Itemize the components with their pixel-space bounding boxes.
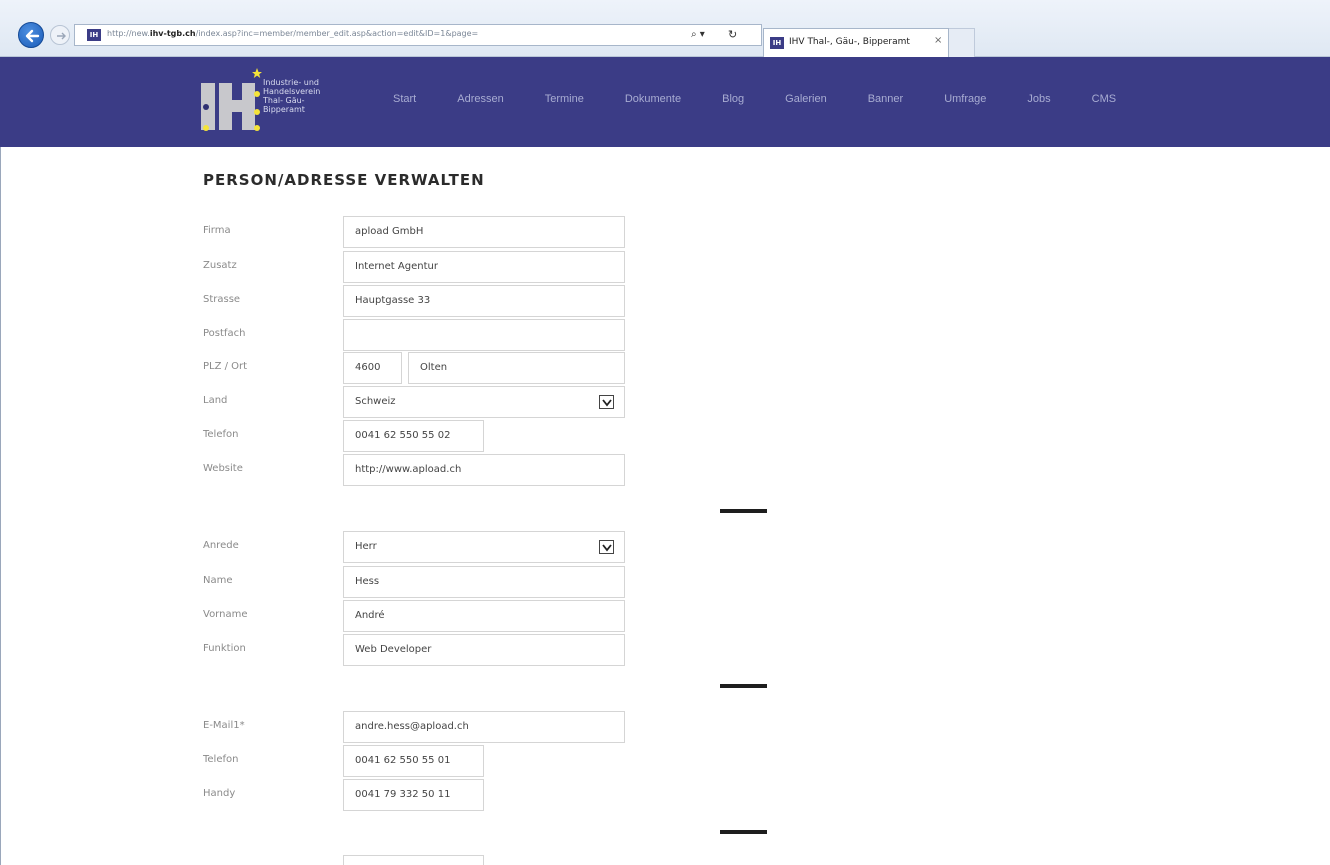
window-edge <box>0 147 1 865</box>
strasse-input[interactable]: Hauptgasse 33 <box>343 285 625 317</box>
handy-input[interactable]: 0041 79 332 50 11 <box>343 779 484 811</box>
logo-mark-icon <box>201 68 262 131</box>
partial-input[interactable] <box>343 855 484 865</box>
logo-line: Industrie- und <box>263 78 319 87</box>
page-title: PERSON/ADRESSE VERWALTEN <box>203 171 485 189</box>
vorname-label: Vorname <box>203 609 248 620</box>
postfach-label: Postfach <box>203 328 246 339</box>
nav-item-termine[interactable]: Termine <box>545 93 584 113</box>
nav-item-jobs[interactable]: Jobs <box>1027 93 1050 113</box>
plz-ort-label: PLZ / Ort <box>203 361 248 372</box>
section-separator <box>720 830 767 834</box>
url-domain: ihv-tgb.ch <box>149 29 196 38</box>
vorname-input[interactable]: André <box>343 600 625 632</box>
site-header: Industrie- und Handelsverein Thal- Gäu- … <box>0 57 1330 147</box>
nav-item-umfrage[interactable]: Umfrage <box>944 93 986 113</box>
url-path: /index.asp?inc=member/member_edit.asp&ac… <box>195 29 479 38</box>
anrede-selected-value: Herr <box>355 541 377 552</box>
postfach-input[interactable] <box>343 319 625 351</box>
nav-item-galerien[interactable]: Galerien <box>785 93 827 113</box>
land-selected-value: Schweiz <box>355 396 396 407</box>
url-prefix: http://new. <box>107 29 150 38</box>
contact-telefon-label: Telefon <box>203 754 239 765</box>
logo-line: Handelsverein <box>263 87 321 96</box>
handy-label: Handy <box>203 788 236 799</box>
email1-label: E-Mail1* <box>203 720 245 731</box>
funktion-input[interactable]: Web Developer <box>343 634 625 666</box>
nav-item-blog[interactable]: Blog <box>722 93 744 113</box>
land-select[interactable]: Schweiz <box>343 386 625 418</box>
website-label: Website <box>203 463 243 474</box>
contact-telefon-input[interactable]: 0041 62 550 55 01 <box>343 745 484 777</box>
nav-item-dokumente[interactable]: Dokumente <box>625 93 681 113</box>
new-tab-button[interactable] <box>949 28 975 57</box>
forward-button[interactable] <box>50 25 70 45</box>
website-input[interactable]: http://www.apload.ch <box>343 454 625 486</box>
anrede-select[interactable]: Herr <box>343 531 625 563</box>
section-separator <box>720 509 767 513</box>
main-nav: Start Adressen Termine Dokumente Blog Ga… <box>393 93 1157 113</box>
nav-item-start[interactable]: Start <box>393 93 416 113</box>
browser-tab[interactable]: IH IHV Thal-, Gäu-, Bipperamt × <box>763 28 949 57</box>
email1-input[interactable]: andre.hess@apload.ch <box>343 711 625 743</box>
zusatz-input[interactable]: Internet Agentur <box>343 251 625 283</box>
refresh-icon[interactable]: ↻ <box>728 28 737 41</box>
telefon-label: Telefon <box>203 429 239 440</box>
plz-input[interactable]: 4600 <box>343 352 402 384</box>
site-logo[interactable]: Industrie- und Handelsverein Thal- Gäu- … <box>199 66 349 138</box>
logo-line: Bipperamt <box>263 105 305 114</box>
close-icon[interactable]: × <box>934 35 942 46</box>
logo-text: Industrie- und Handelsverein Thal- Gäu- … <box>263 78 353 114</box>
nav-item-adressen[interactable]: Adressen <box>457 93 503 113</box>
firma-input[interactable]: apload GmbH <box>343 216 625 248</box>
logo-line: Thal- Gäu- <box>263 96 305 105</box>
search-icon[interactable]: ⌕ ▾ <box>691 29 705 40</box>
name-label: Name <box>203 575 233 586</box>
chevron-down-icon[interactable] <box>599 395 614 409</box>
anrede-label: Anrede <box>203 540 239 551</box>
nav-item-banner[interactable]: Banner <box>868 93 903 113</box>
site-favicon-icon: IH <box>87 29 101 41</box>
nav-item-cms[interactable]: CMS <box>1092 93 1116 113</box>
ort-input[interactable]: Olten <box>408 352 625 384</box>
zusatz-label: Zusatz <box>203 260 237 271</box>
tab-title: IHV Thal-, Gäu-, Bipperamt <box>789 37 910 47</box>
funktion-label: Funktion <box>203 643 246 654</box>
url-text[interactable]: http://new.ihv-tgb.ch/index.asp?inc=memb… <box>107 29 577 38</box>
arrow-right-icon <box>57 32 66 40</box>
section-separator <box>720 684 767 688</box>
firma-label: Firma <box>203 225 231 236</box>
chevron-down-icon[interactable] <box>599 540 614 554</box>
arrow-left-icon <box>25 29 40 43</box>
strasse-label: Strasse <box>203 294 241 305</box>
telefon-input[interactable]: 0041 62 550 55 02 <box>343 420 484 452</box>
name-input[interactable]: Hess <box>343 566 625 598</box>
address-bar[interactable]: IH http://new.ihv-tgb.ch/index.asp?inc=m… <box>74 24 762 46</box>
browser-chrome: IH http://new.ihv-tgb.ch/index.asp?inc=m… <box>0 0 1330 57</box>
back-button[interactable] <box>18 22 44 48</box>
tab-favicon-icon: IH <box>770 37 784 49</box>
land-label: Land <box>203 395 228 406</box>
